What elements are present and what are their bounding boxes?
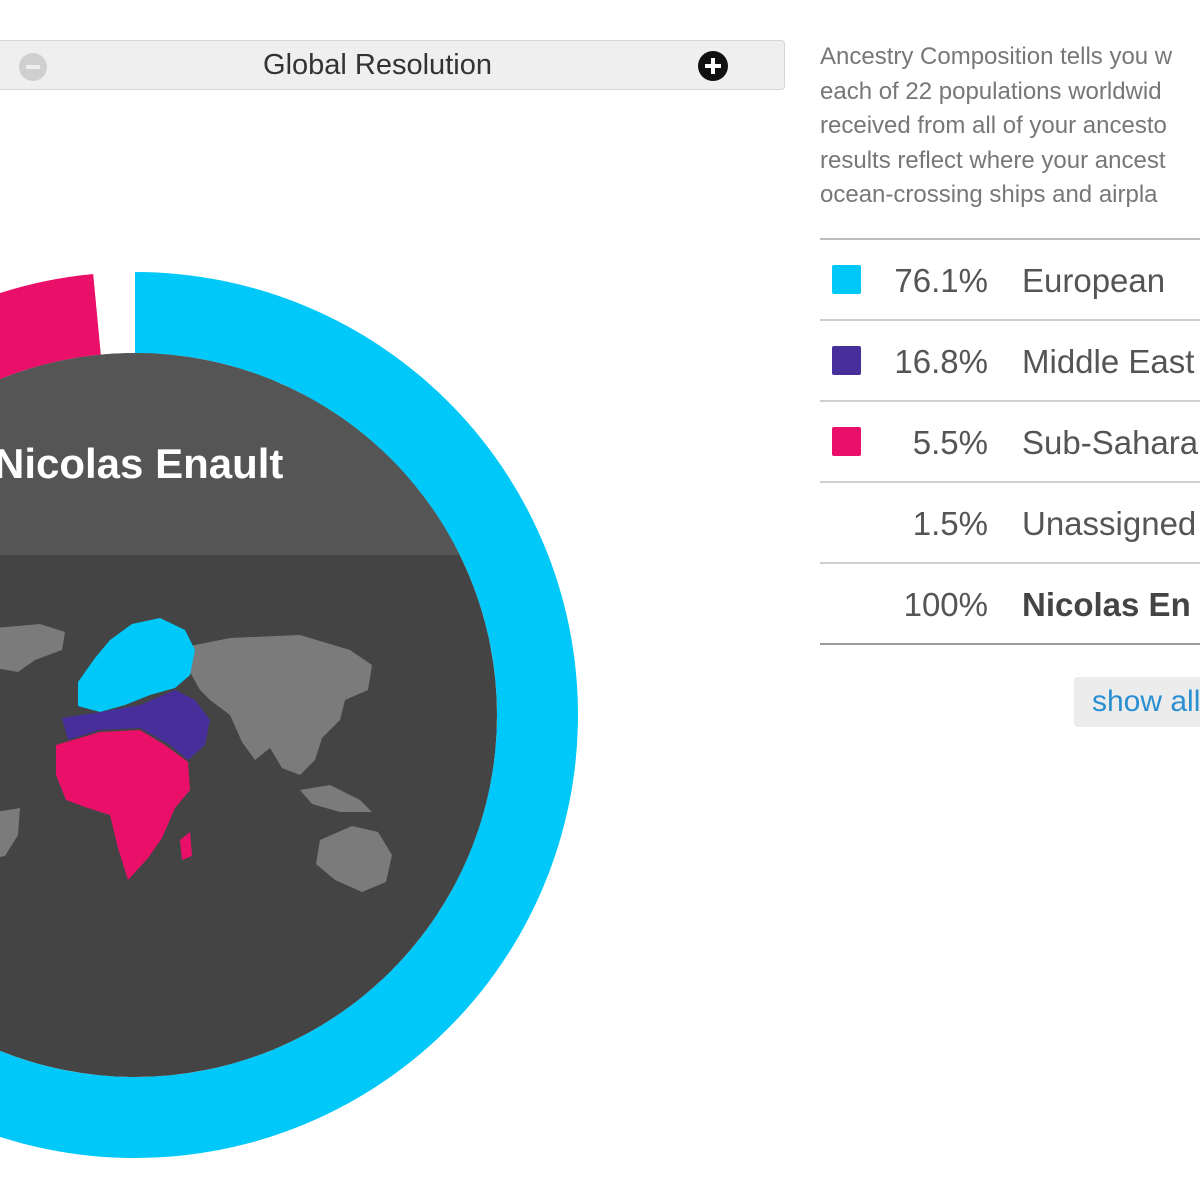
legend-percent: 76.1% [894,262,988,299]
ancestry-legend: 76.1% European 16.8% Middle East 5.5% Su… [820,238,1200,645]
legend-label: Unassigned [1022,505,1197,542]
legend-percent: 1.5% [912,505,988,542]
legend-row-european[interactable]: 76.1% European [820,240,1200,321]
legend-percent: 16.8% [894,343,988,380]
legend-total-percent: 100% [903,586,988,623]
show-all-button[interactable]: show all [1074,677,1200,727]
legend-percent: 5.5% [912,424,988,461]
description-line: received from all of your ancesto [820,112,1167,139]
legend-row-total: 100% Nicolas En [820,564,1200,645]
ancestry-donut-chart [0,272,578,1158]
description-line: results reflect where your ancest [820,146,1166,174]
description-line: Ancestry Composition tells you w [820,43,1173,70]
legend-label: Middle East [1022,343,1195,380]
legend-label: European [1022,262,1166,299]
legend-label: Sub-Sahara [1022,424,1199,461]
european-swatch [832,265,861,294]
legend-total-label: Nicolas En [1022,586,1191,623]
legend-row-middle-east[interactable]: 16.8% Middle East [820,321,1200,402]
middle-east-swatch [832,346,861,375]
description-line: ocean-crossing ships and airpla [820,181,1158,208]
legend-row-sub-sahara[interactable]: 5.5% Sub-Sahara [820,402,1200,483]
description-line: each of 22 populations worldwid [820,77,1162,105]
ancestry-description: Ancestry Composition tells you w each of… [820,40,1200,213]
sub-sahara-swatch [832,427,861,456]
profile-name: Nicolas Enault [0,440,284,487]
legend-row-unassigned[interactable]: 1.5% Unassigned [820,483,1200,564]
